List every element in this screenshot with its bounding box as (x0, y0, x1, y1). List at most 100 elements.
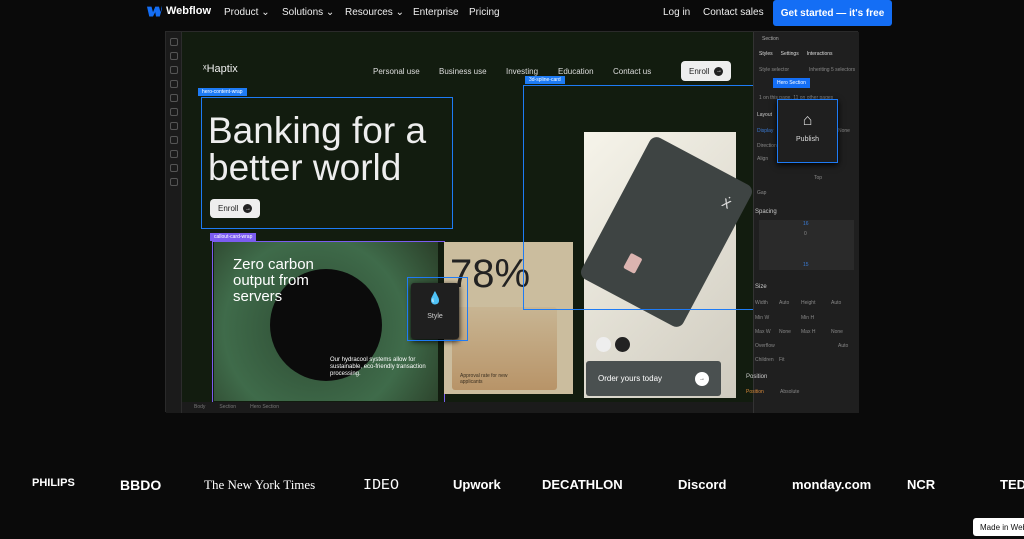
padding-top[interactable]: 0 (804, 231, 807, 237)
children-select[interactable]: Fit (779, 357, 785, 363)
tab-settings[interactable]: Settings (781, 51, 799, 57)
margin-top[interactable]: 16 (803, 221, 809, 227)
webflow-logo[interactable]: Webflow (147, 5, 211, 17)
arrow-icon: → (243, 204, 253, 213)
spacing-box[interactable]: 16 0 15 (759, 220, 854, 270)
get-started-button[interactable]: Get started — it's free (773, 0, 892, 26)
align-label: Align (757, 156, 769, 162)
max-width-input[interactable]: None (779, 329, 791, 335)
logo-nyt: The New York Times (204, 477, 316, 492)
selected-element: Section (762, 36, 779, 42)
color-swatch-black[interactable] (615, 337, 630, 352)
max-height-label: Max H (801, 329, 816, 335)
logo-discord: Discord (678, 477, 727, 492)
designer-preview: ˣHaptix Personal use Business use Invest… (165, 31, 859, 413)
made-in-webflow-badge[interactable]: Made in Webflow (973, 518, 1024, 536)
site-nav-education[interactable]: Education (558, 67, 594, 76)
publish-feature-tile: ⌂ Publish (777, 99, 838, 163)
assets-icon[interactable] (169, 122, 178, 130)
width-label: Width (755, 300, 768, 306)
webflow-icon (147, 5, 162, 17)
arrow-icon: → (695, 371, 709, 386)
style-selector-label: Style selector (759, 67, 790, 73)
max-height-input[interactable]: None (831, 329, 843, 335)
height-label: Height (801, 300, 816, 306)
breadcrumb-section[interactable]: Section (219, 404, 236, 411)
tab-styles[interactable]: Styles (759, 51, 773, 57)
logo-upwork: Upwork (453, 477, 501, 492)
cms-icon[interactable] (169, 136, 178, 144)
logo-philips: PHILIPS (32, 477, 75, 489)
max-width-label: Max W (755, 329, 771, 335)
apps-icon[interactable] (169, 178, 178, 186)
min-height-label: Min H (801, 315, 815, 321)
site-nav-business[interactable]: Business use (439, 67, 487, 76)
haptix-logo: ˣHaptix (203, 63, 238, 75)
children-label: Children (755, 357, 774, 363)
tab-interactions[interactable]: Interactions (807, 51, 833, 57)
hero-enroll-button[interactable]: Enroll → (210, 199, 261, 218)
align-value[interactable]: Top (814, 175, 822, 181)
spline-selection-box (523, 85, 753, 310)
stat-label: Approval rate for new applicants (460, 373, 508, 385)
add-icon[interactable] (169, 38, 178, 46)
arrow-icon: → (714, 66, 724, 76)
callout-card-wrap-tag: callout-card-wrap (210, 233, 257, 241)
min-width-label: Min W (755, 315, 770, 321)
logo-decathlon: DECATHLON (542, 477, 623, 492)
direction-label: Direction (757, 143, 777, 149)
position-section[interactable]: Position (746, 374, 767, 380)
position-label: Position (746, 389, 764, 395)
width-input[interactable]: Auto (779, 300, 789, 306)
hero-content-wrap-tag: hero-content-wrap (198, 88, 247, 96)
logo-ncr: NCR (907, 477, 936, 492)
display-label: Display (757, 128, 774, 134)
site-nav-investing[interactable]: Investing (506, 67, 538, 76)
top-nav: Webflow Product ⌄ Solutions ⌄ Resources … (0, 0, 1024, 26)
logo-ideo: IDEO (363, 477, 400, 494)
style-selection-box (407, 277, 468, 341)
left-toolbar (166, 32, 182, 413)
gap-label: Gap (757, 190, 767, 196)
rocket-icon: ⌂ (802, 112, 813, 129)
components-icon[interactable] (169, 80, 178, 88)
nav-enterprise[interactable]: Enterprise (413, 7, 459, 18)
ecommerce-icon[interactable] (169, 150, 178, 158)
size-section[interactable]: Size (755, 284, 767, 290)
nav-resources[interactable]: Resources ⌄ (345, 7, 404, 18)
site-nav-personal[interactable]: Personal use (373, 67, 420, 76)
position-select[interactable]: Absolute (780, 389, 799, 395)
inheriting-label: Inheriting 5 selectors (809, 67, 856, 73)
logo-monday: monday.com (792, 477, 872, 492)
styles-icon[interactable] (169, 94, 178, 102)
nav-pricing[interactable]: Pricing (469, 7, 500, 18)
site-enroll-button[interactable]: Enroll → (681, 61, 732, 81)
hero-title: Banking for a better world (208, 110, 427, 188)
overflow-label: Overflow (755, 343, 775, 349)
pages-icon[interactable] (169, 52, 178, 60)
layout-section[interactable]: Layout (757, 112, 772, 118)
height-input[interactable]: Auto (831, 300, 841, 306)
class-chip[interactable]: Hero Section (773, 78, 810, 88)
users-icon[interactable] (169, 164, 178, 172)
breadcrumb-hero-section[interactable]: Hero Section (250, 404, 279, 411)
site-nav-contact[interactable]: Contact us (613, 67, 651, 76)
margin-bottom[interactable]: 15 (803, 262, 809, 268)
style-panel: Section Styles Settings Interactions Style… (746, 32, 859, 413)
display-value[interactable]: None (838, 128, 850, 134)
contact-sales-link[interactable]: Contact sales (703, 7, 764, 18)
logo-bbdo: BBDO (120, 477, 162, 493)
canvas[interactable]: ˣHaptix Personal use Business use Invest… (182, 32, 753, 402)
login-link[interactable]: Log in (663, 7, 690, 18)
navigator-icon[interactable] (169, 66, 178, 74)
breadcrumb-body[interactable]: Body (194, 404, 205, 411)
spacing-section[interactable]: Spacing (755, 209, 777, 215)
variables-icon[interactable] (169, 108, 178, 116)
nav-solutions[interactable]: Solutions ⌄ (282, 7, 334, 18)
order-button[interactable]: Order yours today → (586, 361, 721, 396)
nav-product[interactable]: Product ⌄ (224, 7, 270, 18)
spline-card-tag: 3d-spline-card (525, 76, 565, 84)
logo-ted: TED (1000, 477, 1024, 492)
color-swatch-white[interactable] (596, 337, 611, 352)
overflow-auto[interactable]: Auto (838, 343, 848, 349)
